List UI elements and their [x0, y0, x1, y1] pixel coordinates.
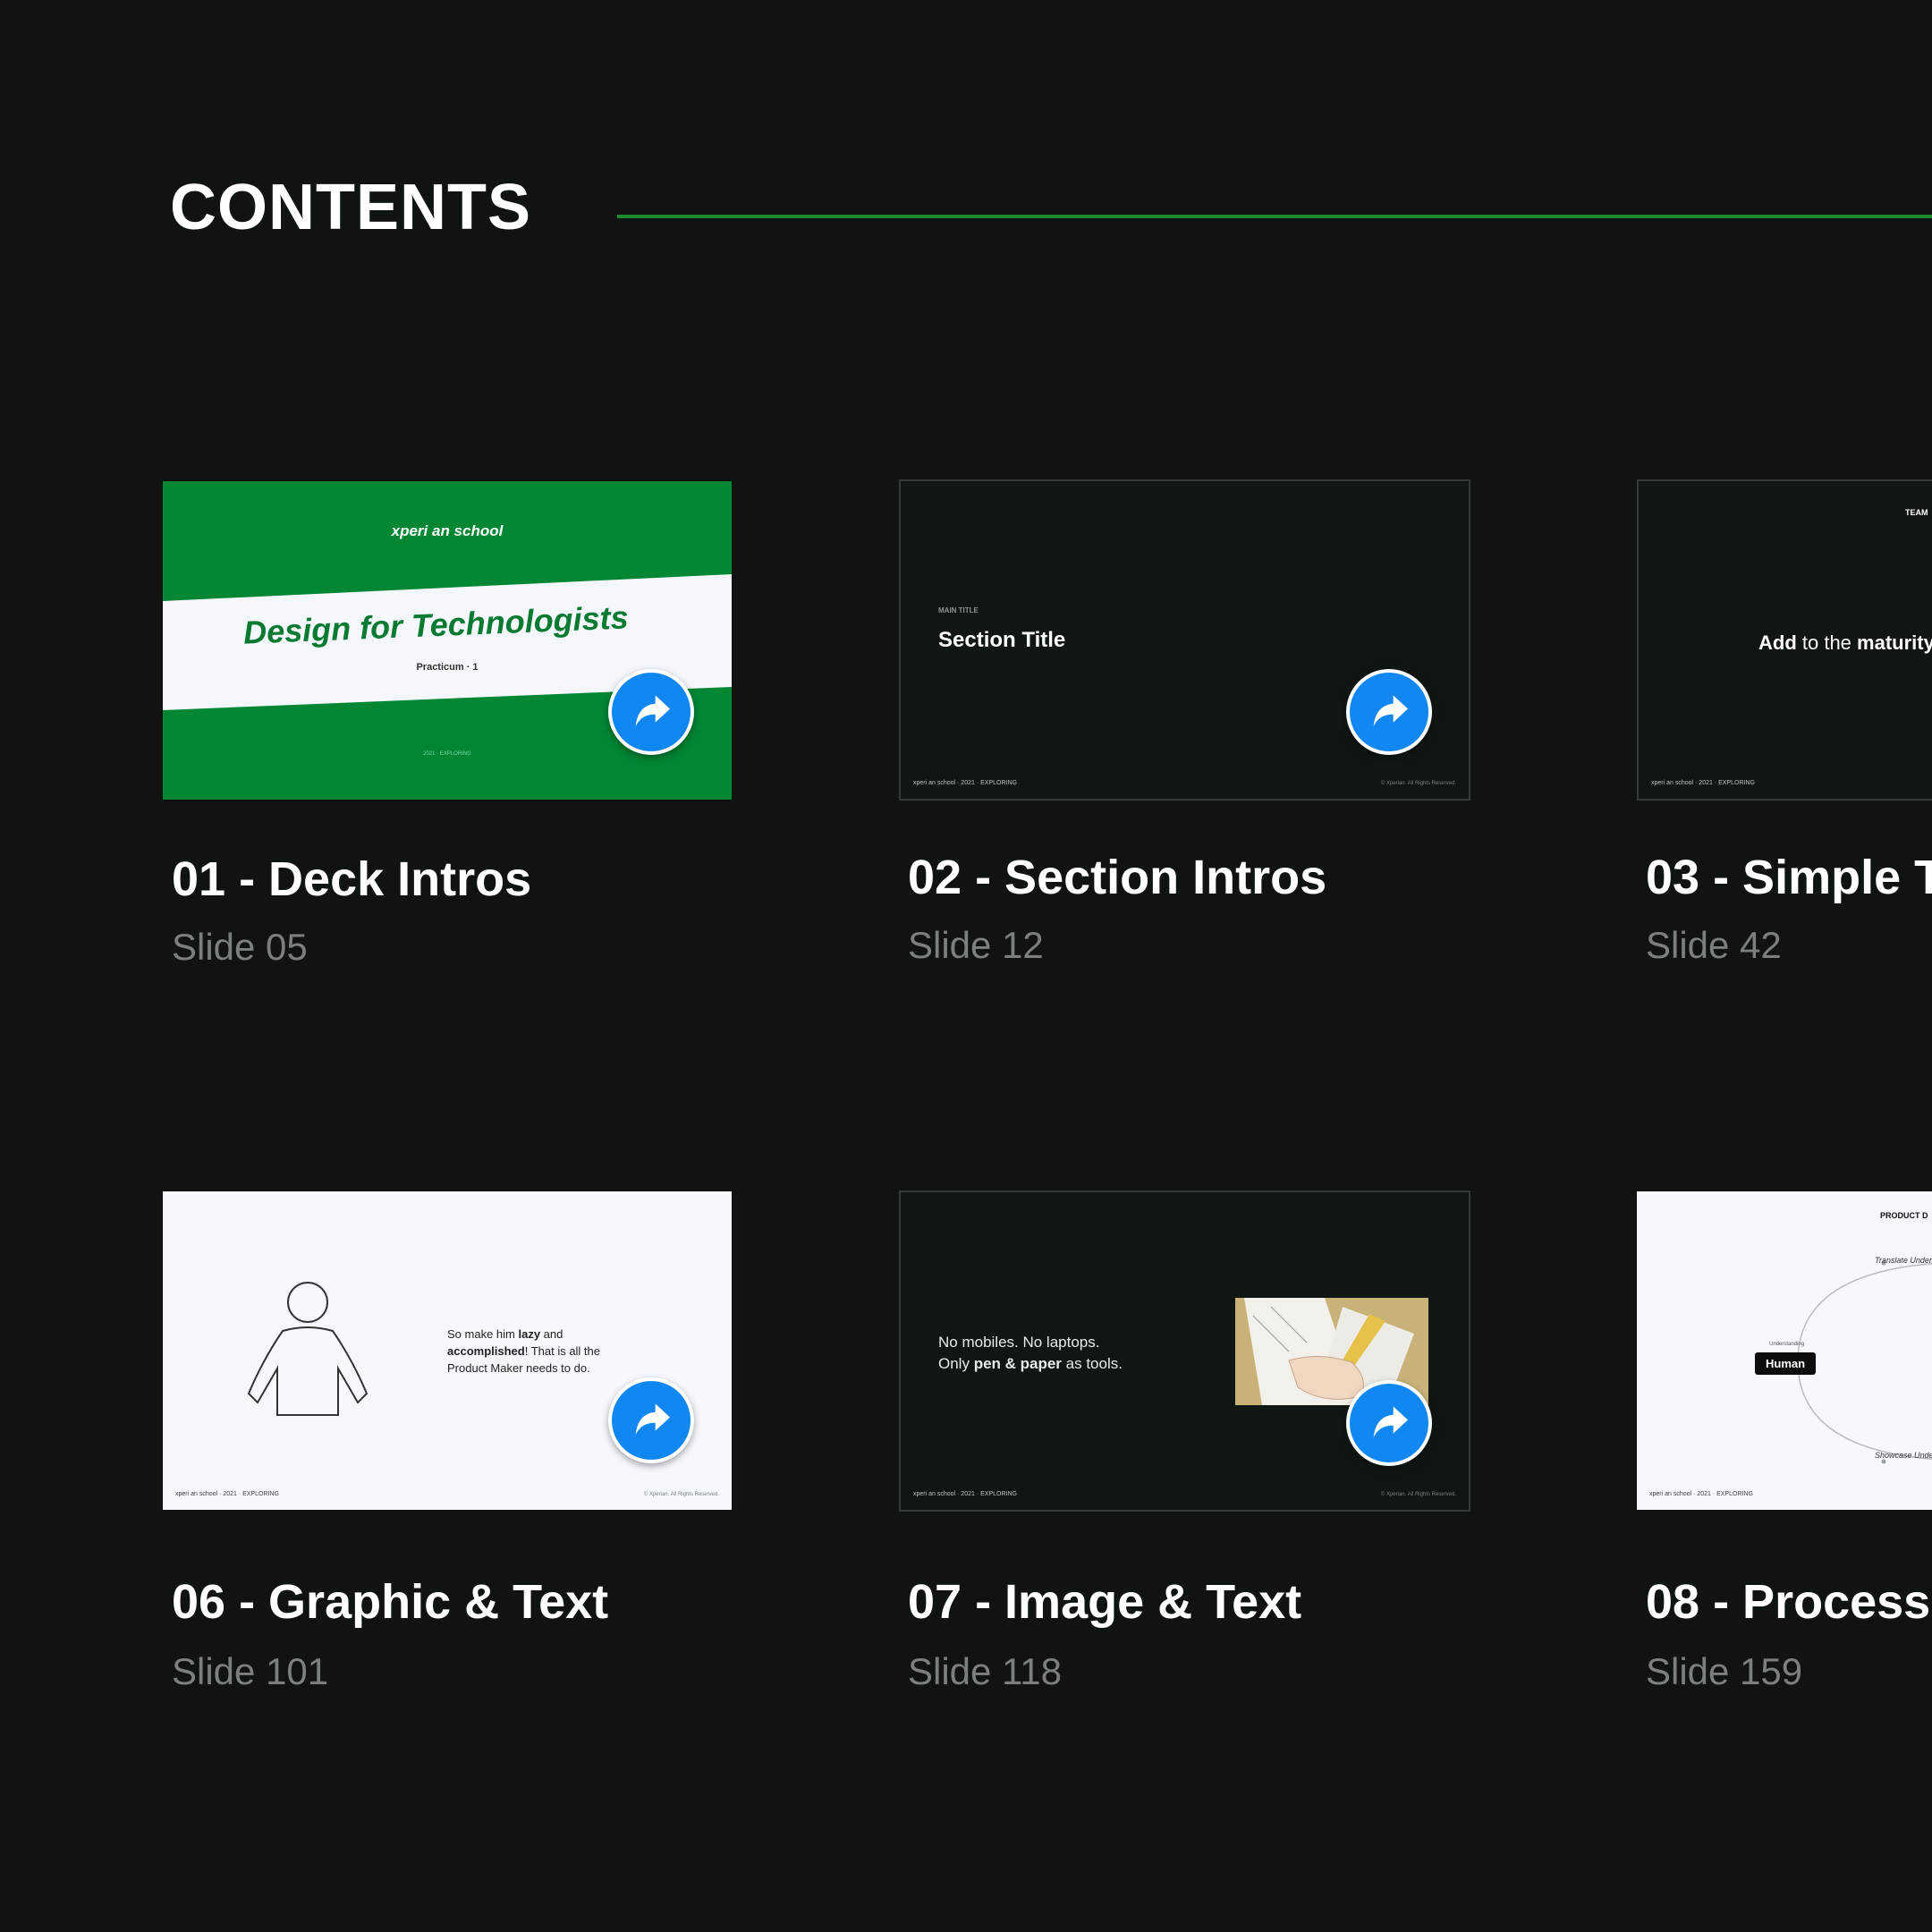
thumb-kicker: MAIN TITLE — [938, 606, 979, 614]
thumb-note-bottom: Showcase Under — [1875, 1451, 1932, 1460]
thumb-note-top: Translate Under — [1875, 1256, 1932, 1265]
thumbnail-deck-intros[interactable]: xperi an school Design for Technologists… — [163, 481, 732, 800]
share-arrow-icon — [635, 1403, 670, 1435]
thumb-footer-left: xperi an school · 2021 · EXPLORING — [1649, 1491, 1753, 1497]
thumb-footer-right: © Xperian. All Rights Reserved. — [643, 1492, 719, 1497]
thumb-body-text: So make him lazy and accomplished! That … — [447, 1327, 601, 1375]
page-title: CONTENTS — [170, 172, 531, 243]
card-slide-number: Slide 118 — [908, 1650, 1063, 1692]
thumb-footer-right: © Xperian. All Rights Reserved. — [1380, 781, 1456, 786]
human-pill: Human — [1755, 1352, 1817, 1375]
thumb-small-label: Understanding — [1769, 1342, 1805, 1347]
open-slide-button[interactable] — [608, 669, 694, 755]
card-title: 07 - Image & Text — [908, 1575, 1302, 1629]
thumbnail-section-intros[interactable]: MAIN TITLE Section Title xperi an school… — [899, 479, 1470, 801]
thumb-corner-label: TEAM — [1905, 508, 1928, 517]
card-title: 08 - Process — [1646, 1575, 1931, 1629]
title-divider — [617, 215, 1932, 218]
person-outline-icon — [247, 1282, 369, 1416]
thumb-footer-right: © Xperian. All Rights Reserved. — [1380, 1492, 1456, 1497]
card-title: 02 - Section Intros — [908, 851, 1327, 904]
share-arrow-icon — [635, 695, 670, 726]
share-arrow-icon — [1373, 695, 1408, 726]
card-title: 06 - Graphic & Text — [172, 1575, 609, 1629]
thumb-headline: Section Title — [938, 628, 1066, 652]
thumb-headline: Add to the maturity — [1758, 631, 1932, 654]
open-slide-button[interactable] — [608, 1377, 694, 1463]
card-slide-number: Slide 159 — [1646, 1650, 1803, 1692]
thumbnail-process[interactable]: PRODUCT D Understanding Human Translate … — [1637, 1191, 1932, 1510]
card-slide-number: Slide 05 — [172, 926, 308, 968]
open-slide-button[interactable] — [1346, 1380, 1432, 1466]
thumb-footer-left: xperi an school · 2021 · EXPLORING — [913, 1491, 1017, 1497]
thumb-footer-left: xperi an school · 2021 · EXPLORING — [1651, 780, 1755, 786]
thumb-body-text: No mobiles. No laptops. Only pen & paper… — [938, 1334, 1123, 1372]
thumbnail-graphic-text[interactable]: So make him lazy and accomplished! That … — [163, 1191, 732, 1510]
card-slide-number: Slide 42 — [1646, 924, 1782, 966]
thumb-corner-label: PRODUCT D — [1880, 1211, 1928, 1220]
open-slide-button[interactable] — [1346, 669, 1432, 755]
thumbnail-image-text[interactable]: No mobiles. No laptops. Only pen & paper… — [899, 1191, 1470, 1512]
thumbnail-simple-text[interactable]: TEAM Add to the maturity xperi an school… — [1637, 479, 1932, 801]
card-title: 01 - Deck Intros — [172, 852, 532, 906]
thumb-footer-left: xperi an school · 2021 · EXPLORING — [913, 780, 1017, 786]
card-title: 03 - Simple Text — [1646, 851, 1932, 904]
share-arrow-icon — [1373, 1406, 1408, 1437]
card-slide-number: Slide 101 — [172, 1650, 329, 1692]
thumb-footer-left: xperi an school · 2021 · EXPLORING — [175, 1491, 279, 1497]
card-slide-number: Slide 12 — [908, 924, 1044, 966]
